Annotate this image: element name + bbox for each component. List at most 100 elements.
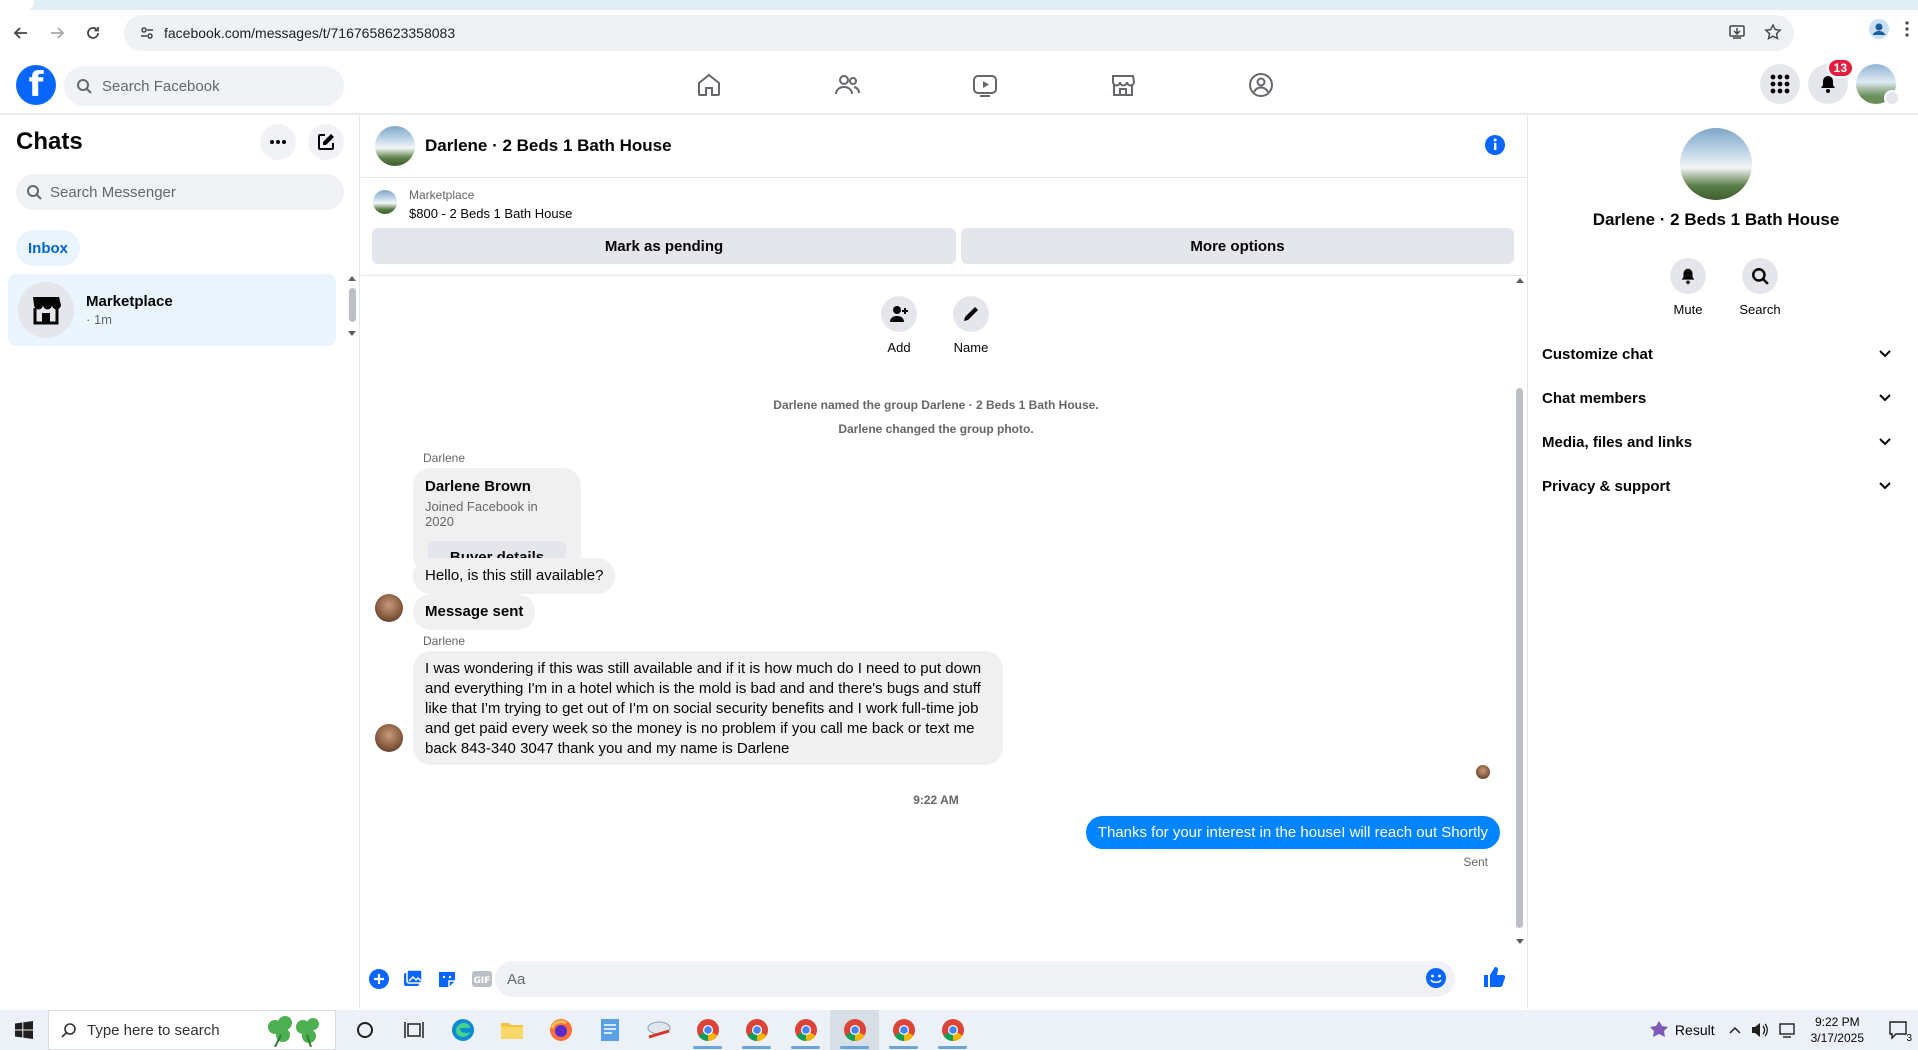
incoming-message-bubble[interactable]: Message sent bbox=[413, 594, 536, 630]
address-bar[interactable]: facebook.com/messages/t/7167658623358083 bbox=[124, 15, 1794, 51]
taskbar-search-input[interactable]: Type here to search bbox=[48, 1010, 336, 1050]
section-label: Customize chat bbox=[1542, 345, 1653, 363]
sender-avatar[interactable] bbox=[375, 724, 403, 752]
chrome-app-4-active[interactable] bbox=[830, 1010, 879, 1050]
chrome-app-6[interactable] bbox=[928, 1010, 977, 1050]
snipping-app[interactable] bbox=[634, 1010, 683, 1050]
chats-options-button[interactable] bbox=[260, 124, 296, 160]
add-label: Add bbox=[887, 340, 911, 355]
nav-video[interactable] bbox=[916, 56, 1054, 114]
edge-app[interactable] bbox=[438, 1010, 487, 1050]
compose-icon bbox=[318, 134, 334, 150]
sidebar-scrollbar[interactable] bbox=[346, 274, 358, 344]
nav-groups[interactable] bbox=[1192, 56, 1330, 114]
scroll-up-arrow-icon bbox=[348, 276, 356, 281]
plus-circle-icon[interactable] bbox=[369, 969, 389, 989]
firefox-app[interactable] bbox=[536, 1010, 585, 1050]
site-info-icon[interactable] bbox=[130, 25, 164, 41]
conversation-info-button[interactable] bbox=[1484, 134, 1506, 156]
reload-button[interactable] bbox=[78, 18, 108, 48]
back-button[interactable] bbox=[6, 18, 36, 48]
listing-thumbnail[interactable] bbox=[373, 190, 397, 214]
messenger-search-input[interactable]: Search Messenger bbox=[16, 174, 344, 210]
account-avatar[interactable] bbox=[1856, 64, 1900, 106]
conversation-title[interactable]: Darlene · 2 Beds 1 Bath House bbox=[425, 136, 672, 156]
thread-scrollbar[interactable] bbox=[1512, 276, 1526, 949]
groups-icon bbox=[1249, 73, 1273, 97]
scroll-up-arrow-icon bbox=[1516, 278, 1524, 283]
task-view-button[interactable] bbox=[389, 1010, 438, 1050]
inbox-filter-tab[interactable]: Inbox bbox=[16, 230, 80, 266]
conversation-avatar[interactable] bbox=[375, 125, 415, 166]
thread-scroll-thumb[interactable] bbox=[1516, 388, 1523, 928]
nav-marketplace[interactable] bbox=[1054, 56, 1192, 114]
section-media-files-links[interactable]: Media, files and links bbox=[1542, 420, 1892, 464]
gif-icon[interactable]: GIF bbox=[471, 970, 493, 988]
cortana-button[interactable] bbox=[340, 1010, 389, 1050]
pencil-icon bbox=[964, 307, 978, 321]
chat-list-item[interactable]: Marketplace · 1m bbox=[8, 274, 336, 346]
add-people-action[interactable]: Add bbox=[869, 296, 929, 355]
photo-icon[interactable] bbox=[403, 969, 423, 989]
sticker-icon[interactable] bbox=[437, 969, 457, 989]
chat-list-item-name: Marketplace bbox=[86, 293, 173, 310]
forward-button[interactable] bbox=[42, 18, 72, 48]
facebook-logo-icon[interactable]: f bbox=[16, 65, 56, 105]
start-button[interactable] bbox=[0, 1010, 48, 1050]
listing-title[interactable]: $800 - 2 Beds 1 Bath House bbox=[409, 206, 572, 221]
folder-icon bbox=[500, 1023, 523, 1039]
message-input[interactable]: Aa bbox=[495, 961, 1455, 997]
new-message-button[interactable] bbox=[308, 124, 344, 160]
friends-icon bbox=[835, 75, 860, 95]
chat-details-avatar[interactable] bbox=[1680, 128, 1752, 200]
notifications-button[interactable]: 13 bbox=[1808, 58, 1854, 104]
incoming-message-bubble[interactable]: Hello, is this still available? bbox=[413, 558, 616, 594]
file-explorer-app[interactable] bbox=[487, 1010, 536, 1050]
copilot-icon[interactable] bbox=[1649, 1020, 1669, 1040]
section-privacy-support[interactable]: Privacy & support bbox=[1542, 464, 1892, 508]
chrome-app-1[interactable] bbox=[683, 1010, 732, 1050]
taskbar-search-placeholder: Type here to search bbox=[87, 1021, 220, 1039]
message-thread[interactable]: Add Name Darlene named the group Darlene… bbox=[361, 276, 1526, 949]
search-in-chat-action[interactable]: Search bbox=[1730, 258, 1790, 317]
taskbar-clock[interactable]: 9:22 PM 3/17/2025 bbox=[1811, 1014, 1864, 1046]
nav-friends[interactable] bbox=[778, 56, 916, 114]
menu-button[interactable] bbox=[1760, 64, 1800, 104]
windows-logo-icon bbox=[15, 1021, 33, 1039]
network-icon[interactable] bbox=[1778, 1022, 1797, 1038]
mark-as-pending-button[interactable]: Mark as pending bbox=[372, 228, 956, 264]
emoji-button[interactable] bbox=[1425, 967, 1447, 989]
browser-menu-icon[interactable] bbox=[1904, 20, 1910, 38]
more-options-button[interactable]: More options bbox=[961, 228, 1514, 264]
section-customize-chat[interactable]: Customize chat bbox=[1542, 332, 1892, 376]
section-chat-members[interactable]: Chat members bbox=[1542, 376, 1892, 420]
document-icon bbox=[600, 1019, 619, 1041]
message-input-placeholder: Aa bbox=[507, 970, 526, 988]
incoming-message-bubble[interactable]: I was wondering if this was still availa… bbox=[413, 651, 1003, 765]
volume-icon[interactable] bbox=[1751, 1022, 1769, 1038]
system-message: Darlene changed the group photo. bbox=[838, 422, 1034, 436]
like-button[interactable] bbox=[1482, 965, 1506, 989]
name-label: Name bbox=[953, 340, 989, 355]
chrome-app-3[interactable] bbox=[781, 1010, 830, 1050]
edge-icon bbox=[451, 1019, 474, 1041]
tray-result-label[interactable]: Result bbox=[1675, 1022, 1715, 1038]
outgoing-message-bubble[interactable]: Thanks for your interest in the houseI w… bbox=[1085, 816, 1500, 849]
chevron-up-icon[interactable] bbox=[1729, 1025, 1741, 1035]
active-tab[interactable] bbox=[0, 0, 34, 10]
nav-home[interactable] bbox=[640, 56, 778, 114]
chrome-app-2[interactable] bbox=[732, 1010, 781, 1050]
chrome-app-5[interactable] bbox=[879, 1010, 928, 1050]
sidebar-scroll-thumb[interactable] bbox=[349, 288, 356, 322]
install-app-icon[interactable] bbox=[1728, 23, 1746, 41]
sender-avatar[interactable] bbox=[375, 594, 403, 622]
action-center-button[interactable]: 3 bbox=[1878, 1010, 1918, 1050]
chevron-down-icon bbox=[1879, 438, 1891, 446]
profile-icon[interactable] bbox=[1868, 18, 1890, 40]
bookmark-star-icon[interactable] bbox=[1764, 23, 1782, 41]
chrome-icon bbox=[745, 1019, 768, 1041]
name-chat-action[interactable]: Name bbox=[941, 296, 1001, 355]
notepad-app[interactable] bbox=[585, 1010, 634, 1050]
mute-action[interactable]: Mute bbox=[1658, 258, 1718, 317]
facebook-search-input[interactable]: Search Facebook bbox=[64, 66, 344, 106]
